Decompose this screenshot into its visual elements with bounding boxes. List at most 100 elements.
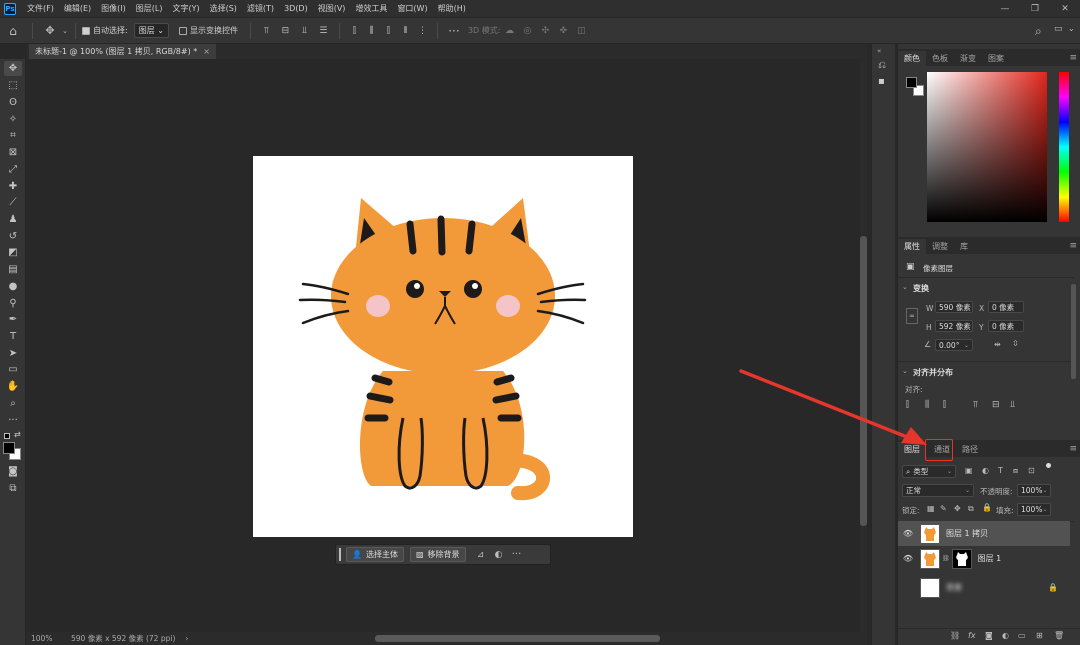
- move-tool-icon[interactable]: ✥: [39, 24, 61, 37]
- zoom-level[interactable]: 100%: [31, 634, 65, 643]
- quick-mask-icon[interactable]: ◙: [4, 464, 22, 479]
- layer-row[interactable]: 👁 图层 1 拷贝: [898, 521, 1070, 546]
- layer-mask-thumbnail[interactable]: [951, 548, 972, 569]
- swap-colors-icon[interactable]: ⇄: [14, 430, 21, 439]
- workspace-icon[interactable]: ▭: [1054, 24, 1063, 34]
- more-icon[interactable]: ···: [508, 549, 526, 560]
- layer-filter-dropdown[interactable]: ⌕ 类型 ⌄: [902, 465, 956, 478]
- select-subject-button[interactable]: 👤 选择主体: [346, 547, 404, 562]
- link-icon[interactable]: ∞: [906, 308, 918, 324]
- tab-swatches[interactable]: 色板: [926, 51, 954, 66]
- auto-select-checkbox[interactable]: [82, 26, 90, 35]
- healing-brush-tool-icon[interactable]: ✚: [4, 179, 22, 194]
- tab-gradients[interactable]: 渐变: [954, 51, 982, 66]
- show-transform-checkbox[interactable]: [178, 26, 187, 35]
- stamp-tool-icon[interactable]: ♟: [4, 212, 22, 227]
- status-arrow-icon[interactable]: ›: [185, 634, 188, 643]
- chevron-down-icon[interactable]: ⌄: [902, 283, 908, 291]
- transform-icon[interactable]: ⊿: [472, 550, 490, 560]
- path-selection-tool-icon[interactable]: ➤: [4, 346, 22, 361]
- menu-image[interactable]: 图像(I): [96, 3, 131, 14]
- lock-all-icon[interactable]: 🔒: [982, 503, 992, 512]
- remove-background-button[interactable]: ▨ 移除背景: [409, 547, 466, 562]
- menu-3d[interactable]: 3D(D): [279, 4, 313, 13]
- layer-style-icon[interactable]: fx: [968, 631, 976, 640]
- filter-smart-object-icon[interactable]: ⊡: [1028, 466, 1035, 475]
- new-layer-icon[interactable]: ⊞: [1036, 631, 1043, 640]
- history-icon[interactable]: ⎌: [878, 60, 886, 71]
- search-icon[interactable]: ⌕: [1035, 24, 1042, 39]
- filter-toggle-icon[interactable]: [1046, 463, 1051, 468]
- tab-libraries[interactable]: 库: [954, 239, 974, 254]
- new-group-icon[interactable]: ▭: [1018, 631, 1026, 640]
- 3d-pan-icon[interactable]: ✣: [536, 26, 554, 36]
- panel-menu-icon[interactable]: ≡: [1069, 241, 1077, 251]
- menu-layer[interactable]: 图层(L): [131, 3, 168, 14]
- auto-select-dropdown[interactable]: 图层 ⌄: [133, 23, 169, 38]
- distribute-icon[interactable]: ☰: [314, 26, 333, 36]
- pen-tool-icon[interactable]: ✒: [4, 312, 22, 327]
- eyedropper-tool-icon[interactable]: ⤢: [4, 162, 22, 177]
- visibility-eye-icon[interactable]: 👁: [901, 583, 915, 592]
- lasso-tool-icon[interactable]: ʘ: [4, 95, 22, 110]
- frame-tool-icon[interactable]: ⊠: [4, 145, 22, 160]
- height-field[interactable]: 592 像素: [935, 320, 973, 332]
- align-right-icon[interactable]: ⫿: [380, 26, 397, 36]
- horizontal-scrollbar[interactable]: [375, 635, 660, 642]
- align-top-edges-icon[interactable]: ⫪: [973, 400, 978, 410]
- chain-link-icon[interactable]: ⛓: [942, 555, 950, 562]
- foreground-color-swatch[interactable]: [906, 77, 917, 88]
- 3d-roll-icon[interactable]: ◎: [518, 26, 536, 36]
- home-icon[interactable]: ⌂: [0, 24, 26, 38]
- hand-tool-icon[interactable]: ✋: [4, 379, 22, 394]
- menu-view[interactable]: 视图(V): [313, 3, 351, 14]
- blur-tool-icon[interactable]: ●: [4, 279, 22, 294]
- drag-handle[interactable]: [339, 548, 341, 561]
- history-brush-tool-icon[interactable]: ↺: [4, 229, 22, 244]
- close-tab-icon[interactable]: ×: [203, 47, 210, 56]
- blend-mode-dropdown[interactable]: 正常 ⌄: [902, 484, 974, 497]
- align-top-icon[interactable]: ⫪: [257, 26, 276, 36]
- dodge-tool-icon[interactable]: ⚲: [4, 296, 22, 311]
- collapse-icon[interactable]: «: [877, 47, 881, 55]
- menu-filter[interactable]: 滤镜(T): [242, 3, 279, 14]
- panel-menu-icon[interactable]: ≡: [1069, 444, 1077, 454]
- maximize-button[interactable]: ❐: [1020, 0, 1050, 17]
- align-bottom-edges-icon[interactable]: ⫫: [1010, 400, 1015, 410]
- align-v-centers-icon[interactable]: ⊟: [992, 400, 1000, 410]
- more-tools-icon[interactable]: ···: [4, 413, 22, 428]
- opacity-field[interactable]: 100% ⌄: [1017, 484, 1051, 497]
- lock-transparent-icon[interactable]: ▦: [927, 504, 935, 513]
- document-info[interactable]: 590 像素 x 592 像素 (72 ppi): [71, 633, 175, 644]
- color-field[interactable]: [927, 72, 1047, 222]
- adjustment-layer-icon[interactable]: ◐: [1002, 631, 1009, 640]
- layer-name[interactable]: 背景: [946, 582, 962, 593]
- visibility-eye-icon[interactable]: 👁: [901, 554, 915, 563]
- magic-wand-tool-icon[interactable]: ✧: [4, 112, 22, 127]
- minimize-button[interactable]: —: [990, 0, 1020, 17]
- add-mask-icon[interactable]: ◙: [985, 631, 993, 640]
- link-layers-icon[interactable]: ⛓: [950, 631, 960, 640]
- panel-menu-icon[interactable]: ≡: [1069, 53, 1077, 63]
- filter-type-icon[interactable]: T: [998, 466, 1003, 475]
- x-field[interactable]: 0 像素: [988, 301, 1024, 313]
- hue-slider[interactable]: [1059, 72, 1069, 222]
- tab-patterns[interactable]: 图案: [982, 51, 1010, 66]
- align-hcenter-icon[interactable]: ⫼: [363, 26, 380, 36]
- angle-field[interactable]: 0.00° ⌄: [935, 339, 973, 351]
- layer-name[interactable]: 图层 1: [978, 553, 1002, 564]
- align-bottom-icon[interactable]: ⫫: [295, 26, 314, 36]
- menu-type[interactable]: 文字(Y): [167, 3, 204, 14]
- tab-adjustments[interactable]: 调整: [926, 239, 954, 254]
- 3d-orbit-icon[interactable]: ☁: [500, 26, 518, 36]
- menu-help[interactable]: 帮助(H): [433, 3, 471, 14]
- gradient-tool-icon[interactable]: ▤: [4, 262, 22, 277]
- menu-edit[interactable]: 编辑(E): [59, 3, 96, 14]
- width-field[interactable]: 590 像素: [935, 301, 973, 313]
- foreground-color-swatch[interactable]: [3, 442, 15, 454]
- screen-mode-icon[interactable]: ⧉: [4, 481, 22, 496]
- 3d-slide-icon[interactable]: ✜: [554, 26, 572, 36]
- close-window-button[interactable]: ✕: [1050, 0, 1080, 17]
- default-colors-icon[interactable]: [4, 433, 10, 439]
- flip-horizontal-icon[interactable]: ⇹: [994, 340, 1001, 349]
